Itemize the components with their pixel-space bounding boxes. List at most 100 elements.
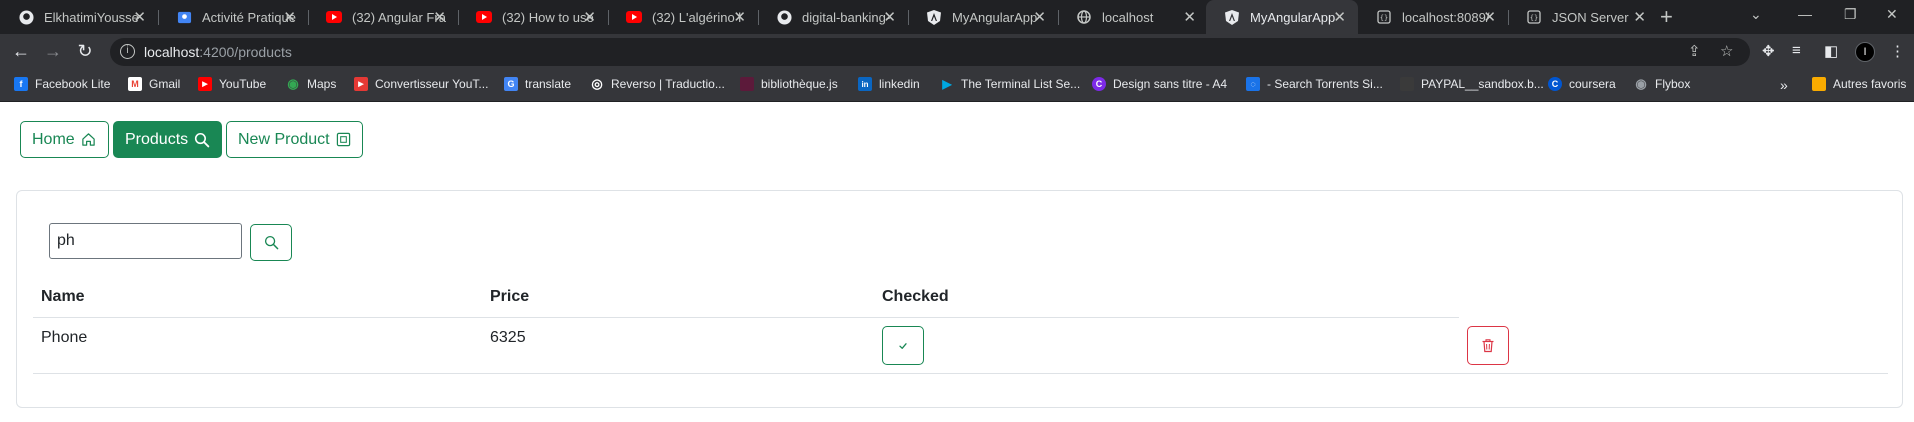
tab-youtube-angular[interactable]: (32) Angular Fra ✕ <box>308 0 458 34</box>
bookmark-translate[interactable]: Gtranslate <box>504 77 571 91</box>
bookmark-bibliotheque[interactable]: bibliothèque.js <box>740 77 838 91</box>
cell-product-price: 6325 <box>490 329 526 346</box>
tab-json-server[interactable]: {} JSON Server ✕ <box>1508 0 1658 34</box>
reload-icon[interactable]: ↻ <box>74 41 96 62</box>
tab-myangularapp-active[interactable]: MyAngularApp ✕ <box>1206 0 1358 34</box>
media-icon[interactable]: ≡ <box>1792 42 1801 59</box>
svg-text:{}: {} <box>1530 14 1538 22</box>
table-header-divider <box>33 317 1459 318</box>
back-arrow-icon[interactable]: ← <box>10 41 32 62</box>
tab-localhost[interactable]: localhost ✕ <box>1058 0 1208 34</box>
converter-icon: ▶ <box>354 77 368 91</box>
bookmark-paypal-sandbox[interactable]: PAYPAL__sandbox.b... <box>1400 77 1544 91</box>
youtube-icon: ▶ <box>198 77 212 91</box>
restore-icon[interactable]: ❐ <box>1844 6 1857 23</box>
address-toolbar: ← → ↻ i localhost:4200/products ⇪ ☆ ✥ ≡ … <box>0 34 1914 70</box>
github-icon <box>18 9 34 25</box>
url-bar[interactable]: i localhost:4200/products ⇪ ☆ <box>110 38 1750 66</box>
plus-square-icon <box>336 132 350 147</box>
check-icon <box>899 342 907 349</box>
side-panel-icon[interactable]: ◧ <box>1824 42 1838 60</box>
youtube-icon <box>326 9 342 25</box>
check-button[interactable] <box>882 326 924 365</box>
house-icon <box>81 133 95 146</box>
folder-icon <box>1812 77 1826 91</box>
tab-activite-pratique[interactable]: Activité Pratique ✕ <box>158 0 308 34</box>
tab-close-icon[interactable]: ✕ <box>733 8 746 26</box>
prime-video-icon: ▶ <box>942 77 952 91</box>
bookmark-gmail[interactable]: M Gmail <box>128 77 180 91</box>
tab-close-icon[interactable]: ✕ <box>1333 8 1346 26</box>
products-card <box>16 190 1903 408</box>
info-icon[interactable]: i <box>120 44 135 59</box>
bookmark-facebook-lite[interactable]: f Facebook Lite <box>14 77 110 91</box>
tab-close-icon[interactable]: ✕ <box>1033 8 1046 26</box>
tab-close-icon[interactable]: ✕ <box>283 8 296 26</box>
bookmark-reverso[interactable]: ◎ Reverso | Traductio... <box>590 76 725 91</box>
translate-icon: G <box>504 77 518 91</box>
bookmark-flybox[interactable]: ◉ Flybox <box>1634 76 1690 91</box>
tab-close-icon[interactable]: ✕ <box>583 8 596 26</box>
url-text[interactable]: localhost:4200/products <box>144 44 292 60</box>
column-header-name: Name <box>41 288 85 305</box>
bookmark-star-icon[interactable]: ☆ <box>1720 42 1733 60</box>
tab-close-icon[interactable]: ✕ <box>1633 8 1646 26</box>
chevron-down-icon[interactable]: ⌄ <box>1750 6 1762 23</box>
close-window-icon[interactable]: ✕ <box>1886 6 1898 23</box>
tab-youtube-howto[interactable]: (32) How to use ✕ <box>458 0 608 34</box>
svg-text:{}: {} <box>1380 14 1388 22</box>
angular-icon <box>926 9 942 25</box>
tab-youtube-algerino[interactable]: (32) L'algérino l ✕ <box>608 0 758 34</box>
minimize-icon[interactable]: — <box>1798 6 1812 22</box>
bookmark-coursera[interactable]: Ccoursera <box>1548 77 1616 91</box>
angular-icon <box>1224 9 1240 25</box>
column-header-checked: Checked <box>882 288 949 305</box>
tab-close-icon[interactable]: ✕ <box>1183 8 1196 26</box>
reverso-icon: ◎ <box>591 76 603 91</box>
share-icon[interactable]: ⇪ <box>1688 42 1701 60</box>
search-button[interactable] <box>250 224 292 261</box>
tab-close-icon[interactable]: ✕ <box>133 8 146 26</box>
extensions-icon[interactable]: ✥ <box>1762 42 1775 60</box>
home-button[interactable]: Home <box>20 121 109 158</box>
gmail-icon: M <box>128 77 142 91</box>
bookmark-youtube[interactable]: ▶ YouTube <box>198 77 266 91</box>
bookmark-canva-design[interactable]: C Design sans titre - A4 <box>1092 77 1227 91</box>
canva-icon: C <box>1092 77 1106 91</box>
new-tab-button[interactable]: + <box>1660 4 1673 30</box>
profile-avatar[interactable]: I <box>1855 42 1875 62</box>
tab-close-icon[interactable]: ✕ <box>883 8 896 26</box>
browser-tab-strip: ElkhatimiYoussef ✕ Activité Pratique ✕ (… <box>0 0 1914 34</box>
more-bookmarks-chevron-icon[interactable]: » <box>1780 77 1788 93</box>
globe-icon <box>1076 9 1092 25</box>
cell-product-name: Phone <box>41 329 88 346</box>
search-icon <box>264 235 278 250</box>
tab-myangularapp[interactable]: MyAngularApp ✕ <box>908 0 1058 34</box>
tab-close-icon[interactable]: ✕ <box>1483 8 1496 26</box>
products-button[interactable]: Products <box>113 121 222 158</box>
bookmarks-bar: f Facebook Lite M Gmail ▶ YouTube ◉ Maps ▶ Co… <box>0 70 1914 102</box>
trash-icon <box>1482 339 1494 353</box>
forward-arrow-icon[interactable]: → <box>42 41 64 62</box>
tab-close-icon[interactable]: ✕ <box>433 8 446 26</box>
tab-localhost-8089[interactable]: {} localhost:8089/ ✕ <box>1358 0 1508 34</box>
server-icon: {} <box>1376 9 1392 25</box>
bookmark-folder-icon <box>740 77 754 91</box>
delete-button[interactable] <box>1467 326 1509 365</box>
youtube-icon <box>476 9 492 25</box>
menu-kebab-icon[interactable]: ⋮ <box>1890 42 1905 60</box>
other-bookmarks-folder[interactable]: Autres favoris <box>1812 77 1906 91</box>
bookmark-maps[interactable]: ◉ Maps <box>286 76 336 91</box>
maps-icon: ◉ <box>287 76 299 91</box>
bookmark-linkedin[interactable]: in linkedin <box>858 77 920 91</box>
bookmark-search-torrents[interactable]: ◌ - Search Torrents Si... <box>1246 77 1383 91</box>
tab-github-digital-banking[interactable]: digital-banking- ✕ <box>758 0 908 34</box>
tab-github-profile[interactable]: ElkhatimiYoussef ✕ <box>0 0 158 34</box>
bookmark-convertisseur[interactable]: ▶ Convertisseur YouT... <box>354 77 488 91</box>
youtube-icon <box>626 9 642 25</box>
new-product-button[interactable]: New Product <box>226 121 363 158</box>
linkedin-icon: in <box>858 77 872 91</box>
bookmark-terminal-list[interactable]: ▶ The Terminal List Se... <box>940 77 1080 91</box>
table-row-divider <box>33 373 1888 374</box>
search-input[interactable] <box>49 223 242 259</box>
